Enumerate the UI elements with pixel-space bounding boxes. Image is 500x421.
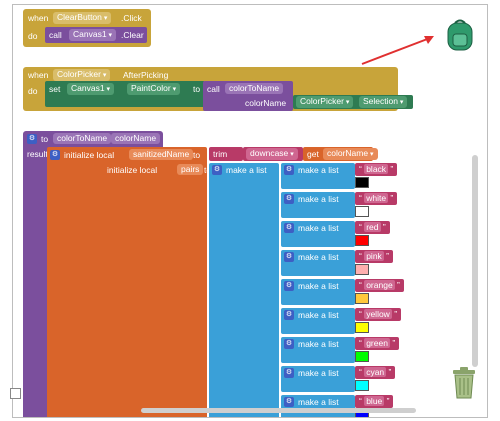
annotation-arrow (361, 36, 434, 65)
checkbox[interactable] (10, 388, 21, 399)
